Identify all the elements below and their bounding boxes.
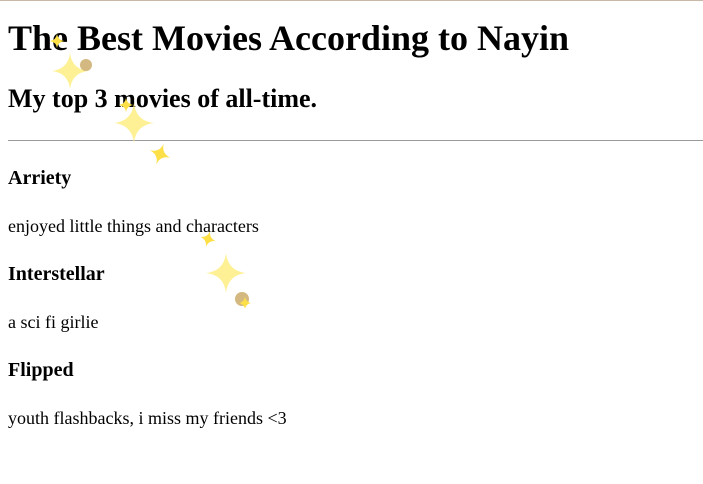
- movie-title-3: Flipped: [8, 359, 74, 381]
- movie-description-1: enjoyed little things and characters: [8, 216, 259, 236]
- movie-title-1: Arriety: [8, 167, 72, 189]
- movie-description-2: a sci fi girlie: [8, 312, 99, 332]
- page-content: The Best Movies According to Nayin My to…: [0, 17, 703, 429]
- movie-title-2: Interstellar: [8, 263, 105, 285]
- divider: [8, 140, 703, 141]
- page-subtitle: My top 3 movies of all-time.: [8, 84, 318, 113]
- page-title: The Best Movies According to Nayin: [8, 18, 569, 58]
- movie-description-3: youth flashbacks, i miss my friends <3: [8, 408, 287, 428]
